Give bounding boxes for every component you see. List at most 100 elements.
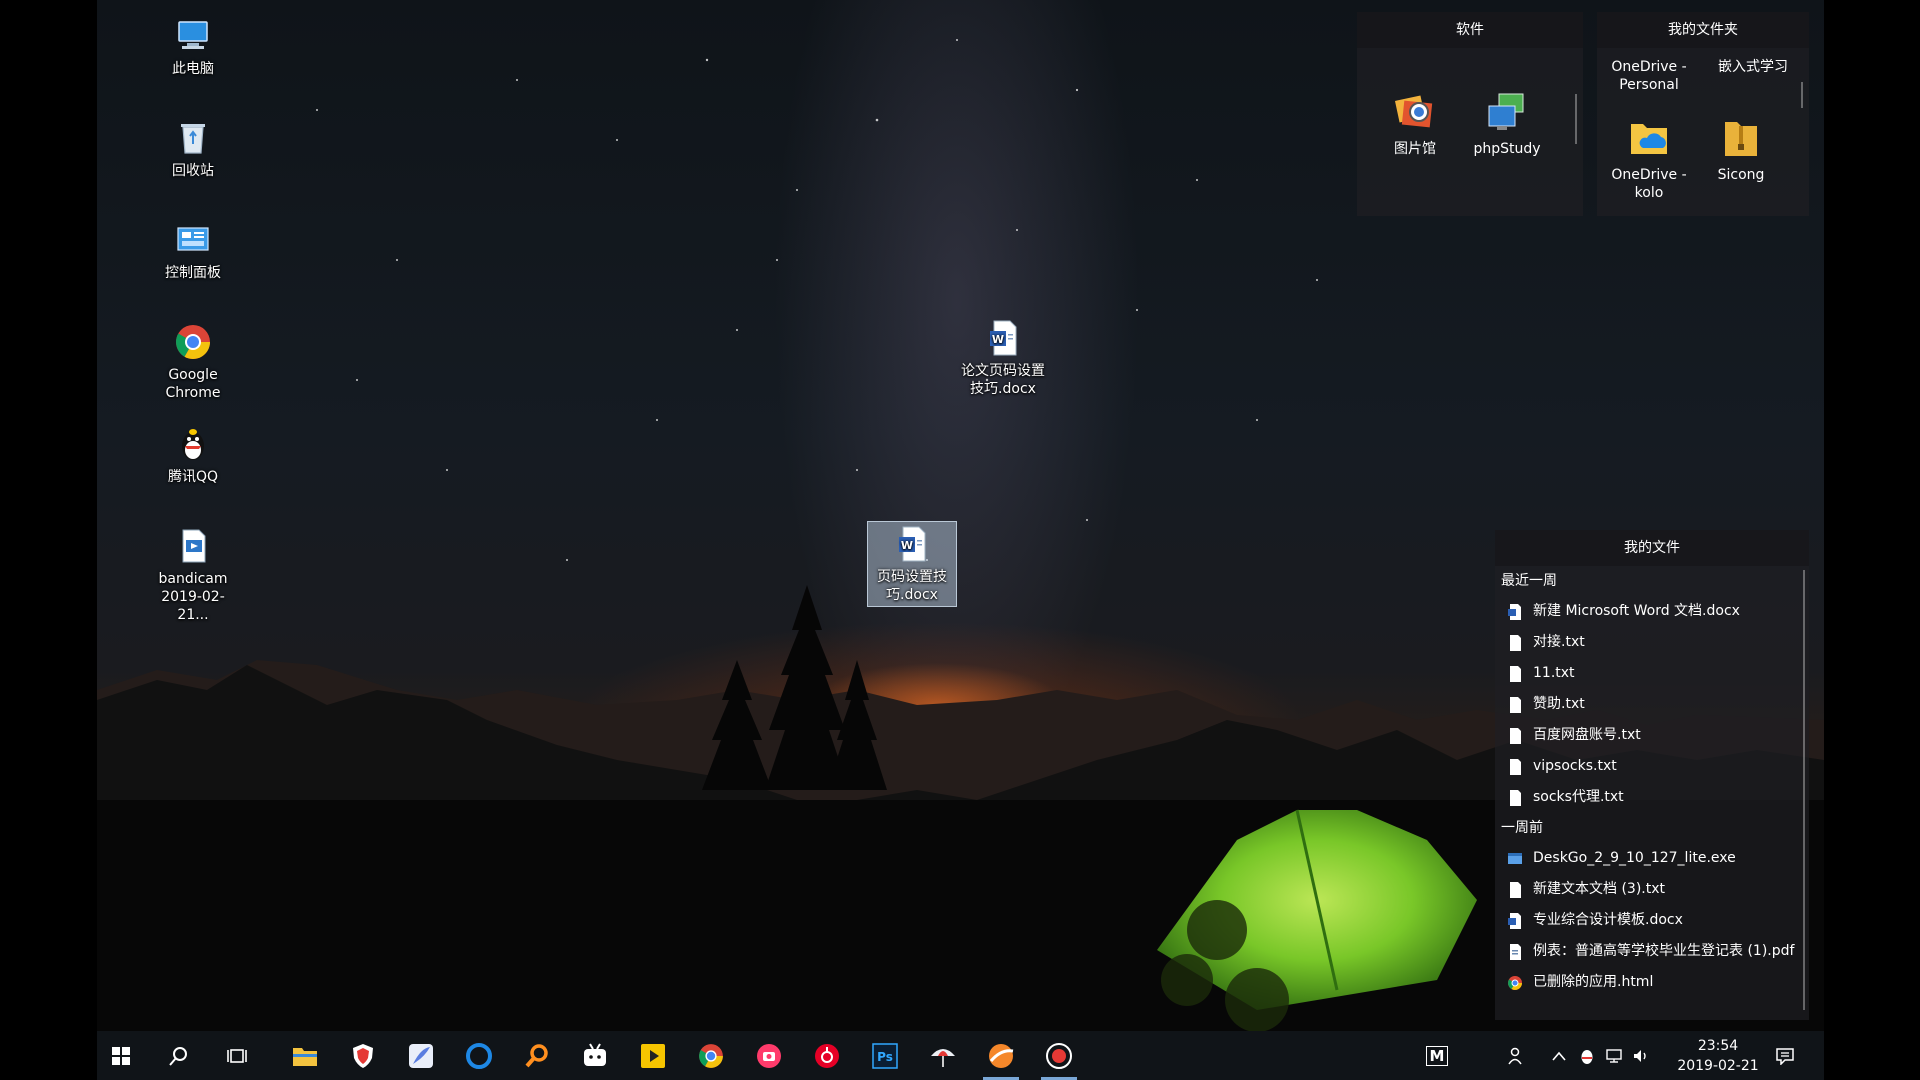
taskbar-netease-music[interactable] bbox=[803, 1031, 851, 1080]
taskbar-camera-app[interactable] bbox=[745, 1031, 793, 1080]
zip-folder-icon bbox=[1725, 122, 1757, 156]
tray-show-hidden[interactable] bbox=[1547, 1031, 1571, 1080]
file-row[interactable]: 对接.txt bbox=[1495, 627, 1801, 658]
text-file-icon bbox=[1510, 634, 1521, 651]
fence-item-label: Sicong bbox=[1717, 167, 1765, 183]
taskbar-chrome[interactable] bbox=[687, 1031, 735, 1080]
search-tool-icon bbox=[525, 1043, 548, 1067]
exe-file-icon bbox=[1508, 852, 1522, 864]
people-icon bbox=[1508, 1047, 1522, 1064]
svg-text:W: W bbox=[901, 539, 913, 552]
pdf-file-icon bbox=[1510, 943, 1521, 960]
file-name: 赞助.txt bbox=[1533, 696, 1585, 712]
fence-my-folders[interactable]: 我的文件夹 OneDrive - Personal 嵌入式学习 OneDrive… bbox=[1597, 12, 1809, 216]
fence-scrollbar[interactable] bbox=[1801, 82, 1803, 108]
fence-scrollbar[interactable] bbox=[1803, 570, 1805, 1010]
file-explorer-icon bbox=[293, 1047, 317, 1066]
chrome-icon bbox=[699, 1043, 723, 1068]
tray-m-app[interactable]: M bbox=[1422, 1031, 1452, 1080]
text-file-icon bbox=[1510, 789, 1521, 806]
fence-title: 我的文件夹 bbox=[1597, 12, 1809, 48]
taskbar-file-explorer[interactable] bbox=[281, 1031, 329, 1080]
fence-item-label: OneDrive - kolo bbox=[1611, 167, 1687, 201]
file-name: 对接.txt bbox=[1533, 634, 1585, 650]
control-panel-icon bbox=[177, 227, 209, 251]
file-row[interactable]: socks代理.txt bbox=[1495, 782, 1801, 813]
taskbar-media-player[interactable] bbox=[629, 1031, 677, 1080]
desktop-icon-label: 页码设置技巧.docx bbox=[877, 569, 947, 603]
text-file-icon bbox=[1510, 696, 1521, 713]
file-row[interactable]: 专业综合设计模板.docx bbox=[1495, 905, 1801, 936]
phpstudy-icon bbox=[1488, 93, 1524, 130]
taskbar-cortana[interactable] bbox=[455, 1031, 503, 1080]
desktop-icon-tencent-qq[interactable]: 腾讯QQ bbox=[147, 416, 239, 486]
desktop-icon-recycle-bin[interactable]: 回收站 bbox=[147, 110, 239, 180]
fence-title: 软件 bbox=[1357, 12, 1583, 48]
file-row[interactable]: 例表：普通高等学校毕业生登记表 (1).pdf bbox=[1495, 936, 1801, 967]
tray-volume[interactable] bbox=[1629, 1031, 1653, 1080]
desktop[interactable]: 此电脑 回收站 控制面板 Google Chrome 腾讯QQ bandicam… bbox=[97, 0, 1824, 1080]
fence-software[interactable]: 软件 图片馆 phpStudy bbox=[1357, 12, 1583, 216]
file-row[interactable]: DeskGo_2_9_10_127_lite.exe bbox=[1495, 843, 1801, 874]
video-file-icon bbox=[182, 529, 206, 563]
desktop-icon-label: 回收站 bbox=[172, 163, 214, 179]
fence-item-photo-gallery[interactable]: 图片馆 bbox=[1369, 88, 1461, 158]
tray-network[interactable] bbox=[1602, 1031, 1626, 1080]
fence-scrollbar[interactable] bbox=[1575, 94, 1577, 144]
task-view-icon bbox=[227, 1048, 247, 1063]
text-file-icon bbox=[1510, 665, 1521, 682]
file-row[interactable]: 11.txt bbox=[1495, 658, 1801, 689]
action-center-button[interactable] bbox=[1765, 1031, 1805, 1080]
windows-start-icon bbox=[112, 1046, 130, 1065]
start-button[interactable] bbox=[97, 1031, 145, 1080]
tray-people[interactable] bbox=[1502, 1031, 1532, 1080]
file-row[interactable]: 赞助.txt bbox=[1495, 689, 1801, 720]
task-view-button[interactable] bbox=[213, 1031, 261, 1080]
tray-m-label: M bbox=[1425, 1045, 1449, 1066]
security-shield-icon bbox=[353, 1043, 373, 1068]
fence-item-label: 嵌入式学习 bbox=[1718, 59, 1788, 75]
desktop-file-thesis-page-number[interactable]: W 论文页码设置技巧.docx bbox=[957, 310, 1049, 398]
taskbar-photoshop[interactable]: Ps bbox=[861, 1031, 909, 1080]
computer-icon bbox=[178, 21, 208, 49]
fence-item-embedded-learning[interactable]: 嵌入式学习 bbox=[1707, 58, 1799, 76]
file-row[interactable]: 新建文本文档 (3).txt bbox=[1495, 874, 1801, 905]
taskbar-recorder[interactable] bbox=[1035, 1031, 1083, 1080]
desktop-icon-control-panel[interactable]: 控制面板 bbox=[147, 212, 239, 282]
chevron-up-icon bbox=[1552, 1051, 1566, 1061]
netease-music-icon bbox=[815, 1043, 839, 1068]
desktop-icon-this-pc[interactable]: 此电脑 bbox=[147, 8, 239, 78]
fence-item-onedrive-kolo[interactable]: OneDrive - kolo bbox=[1603, 114, 1695, 202]
fence-my-files[interactable]: 我的文件 最近一周 新建 Microsoft Word 文档.docx 对接.t… bbox=[1495, 530, 1809, 1020]
fence-item-phpstudy[interactable]: phpStudy bbox=[1461, 88, 1553, 158]
taskbar-mail[interactable] bbox=[397, 1031, 445, 1080]
fence-item-sicong[interactable]: Sicong bbox=[1695, 114, 1787, 184]
svg-text:Ps: Ps bbox=[877, 1050, 893, 1064]
clock-time: 23:54 bbox=[1697, 1038, 1739, 1054]
fence-item-onedrive-personal[interactable]: OneDrive - Personal bbox=[1603, 58, 1695, 94]
svg-text:W: W bbox=[992, 333, 1004, 346]
qq-icon bbox=[182, 429, 204, 460]
file-row[interactable]: vipsocks.txt bbox=[1495, 751, 1801, 782]
file-row[interactable]: 百度网盘账号.txt bbox=[1495, 720, 1801, 751]
search-icon bbox=[169, 1046, 187, 1066]
taskbar-bilibili[interactable] bbox=[571, 1031, 619, 1080]
file-row[interactable]: 新建 Microsoft Word 文档.docx bbox=[1495, 596, 1801, 627]
file-row[interactable]: 已删除的应用.html bbox=[1495, 967, 1801, 998]
chrome-html-icon bbox=[1508, 975, 1522, 990]
taskbar-umbrella-app[interactable] bbox=[919, 1031, 967, 1080]
desktop-icon-label: 控制面板 bbox=[165, 265, 221, 281]
desktop-icon-google-chrome[interactable]: Google Chrome bbox=[147, 314, 239, 402]
browser-orb-icon bbox=[989, 1043, 1014, 1068]
desktop-icon-bandicam-video[interactable]: bandicam 2019-02-21... bbox=[147, 518, 239, 624]
search-button[interactable] bbox=[155, 1031, 203, 1080]
taskbar-security[interactable] bbox=[339, 1031, 387, 1080]
media-player-icon bbox=[641, 1043, 665, 1068]
file-name: 新建文本文档 (3).txt bbox=[1533, 881, 1665, 897]
photoshop-icon: Ps bbox=[872, 1042, 898, 1069]
taskbar-search-tool[interactable] bbox=[513, 1031, 561, 1080]
tray-qq[interactable] bbox=[1575, 1031, 1599, 1080]
taskbar-browser[interactable] bbox=[977, 1031, 1025, 1080]
tray-clock[interactable]: 23:54 2019-02-21 bbox=[1673, 1031, 1763, 1080]
desktop-file-page-number-selected[interactable]: W 页码设置技巧.docx bbox=[867, 521, 957, 607]
